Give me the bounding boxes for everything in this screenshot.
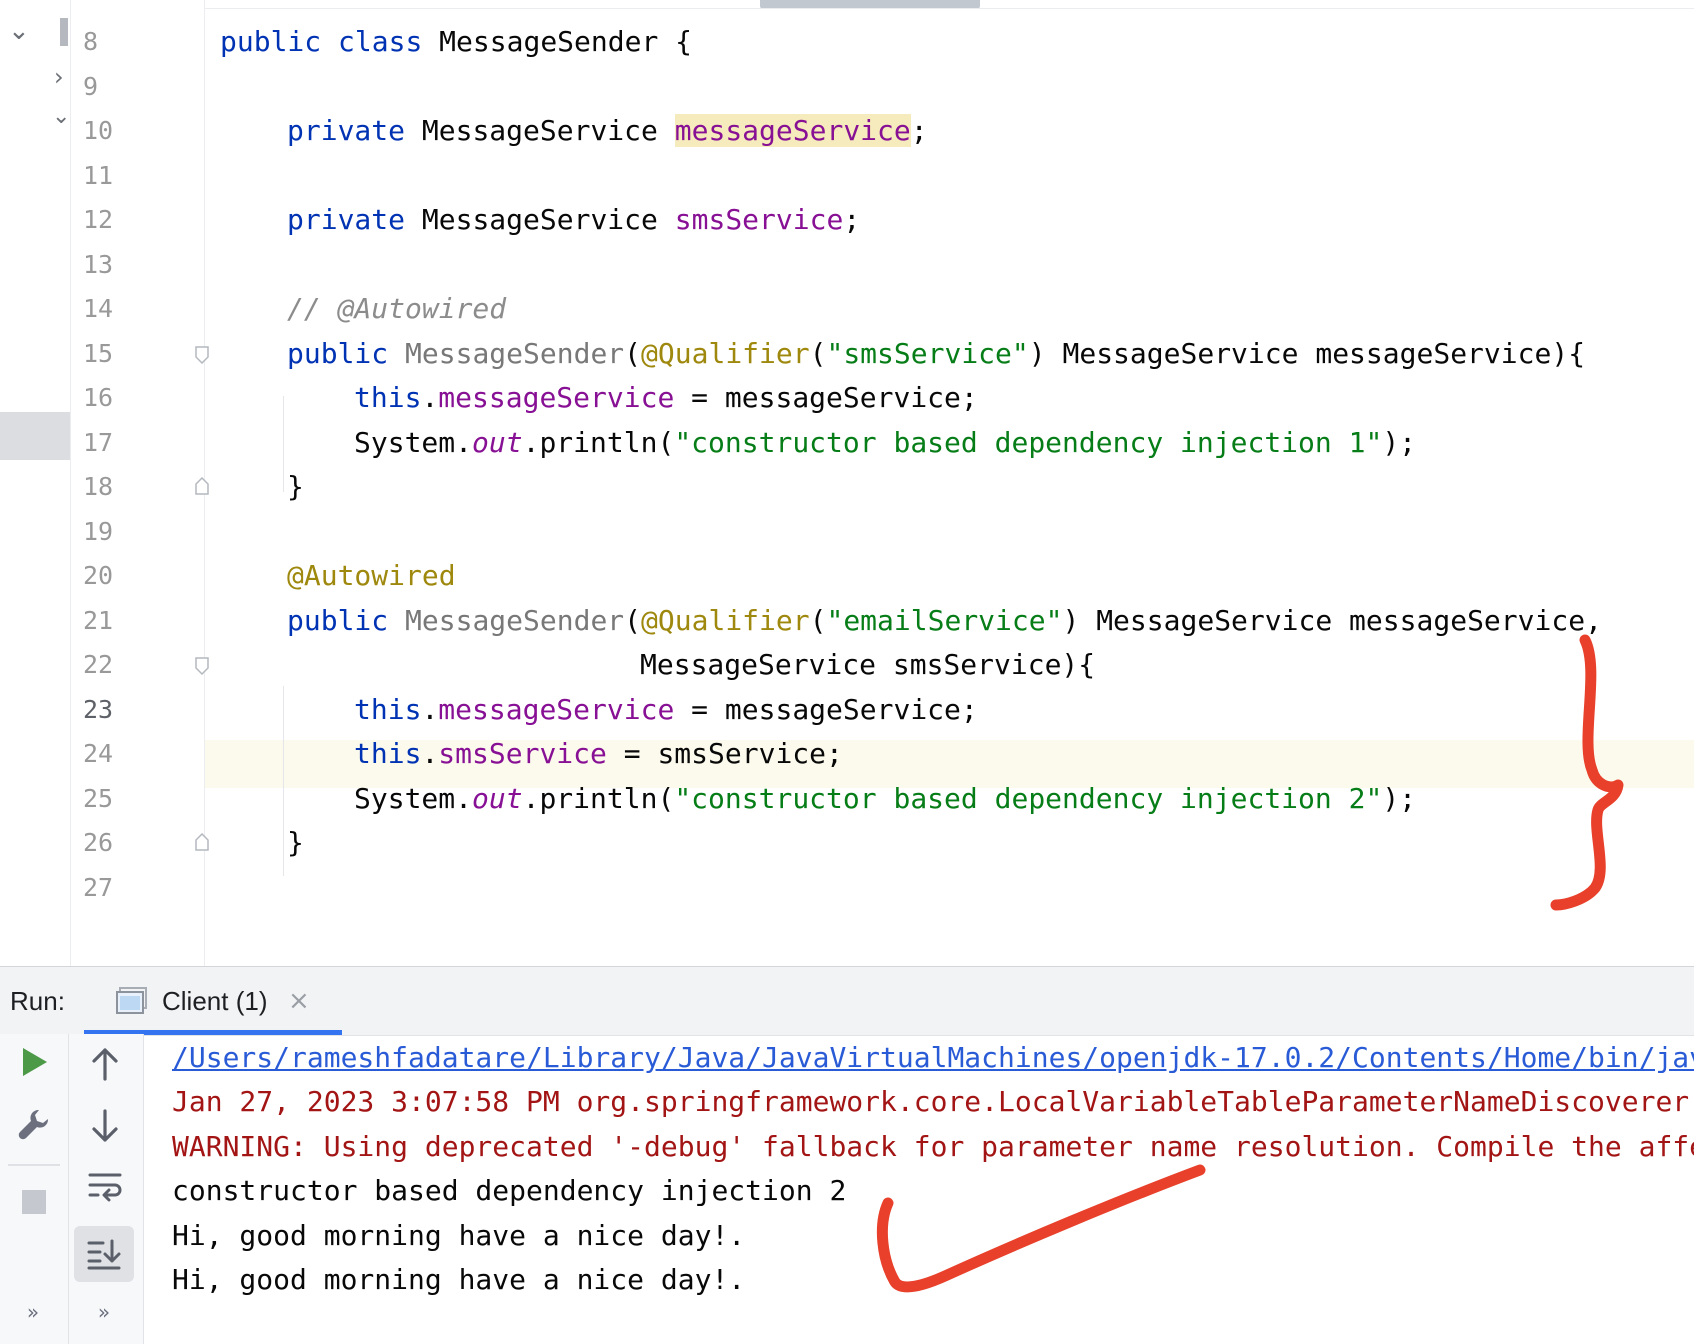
run-tool-window-header: Run: Client (1) ×: [0, 966, 1694, 1036]
line-number: 25: [83, 784, 114, 813]
code-line-18: }: [287, 470, 304, 503]
structure-scroll-marker: [60, 18, 68, 46]
code-text-area[interactable]: public class MessageSender { private Mes…: [205, 0, 1694, 966]
line-number: 15: [83, 339, 114, 368]
highlighted-usage: messageService: [674, 114, 911, 147]
play-icon: [23, 1048, 47, 1076]
line-number: 17: [83, 428, 114, 457]
soft-wrap-button[interactable]: [81, 1164, 129, 1208]
indent-guide: [283, 686, 284, 876]
line-number-current: 23: [83, 695, 114, 724]
previous-occurrence-button[interactable]: [83, 1042, 127, 1086]
stop-icon: [22, 1190, 46, 1214]
line-number: 12: [83, 205, 114, 234]
scroll-to-end-icon: [87, 1239, 121, 1270]
line-number-gutter[interactable]: 8 9 10 11 12 13 14 15 16 17 18 19 20 21 …: [71, 0, 209, 966]
console-line-log-timestamp: Jan 27, 2023 3:07:58 PM org.springframew…: [172, 1085, 1690, 1118]
console-line-warning: WARNING: Using deprecated '-debug' fallb…: [172, 1130, 1694, 1163]
chevron-right-icon[interactable]: ›: [54, 64, 64, 90]
line-number: 21: [83, 606, 114, 635]
line-number: 13: [83, 250, 114, 279]
line-number: 10: [83, 116, 114, 145]
line-number: 14: [83, 294, 114, 323]
line-number: 19: [83, 517, 114, 546]
code-editor[interactable]: ⌄ › ⌄ 8 9 10 11 12 13 14 15 16 17 18 19 …: [0, 0, 1694, 966]
run-tool-window[interactable]: Run: Client (1) × » » /Users/rameshfadat…: [0, 966, 1694, 1344]
code-line-22: MessageService smsService){: [640, 648, 1096, 681]
chevron-down-icon[interactable]: ⌄: [8, 18, 30, 44]
code-line-10: private MessageService messageService;: [287, 114, 928, 147]
console-line-java-path-link[interactable]: /Users/rameshfadatare/Library/Java/JavaV…: [172, 1034, 1694, 1082]
line-number: 9: [83, 72, 99, 101]
console-line-output: Hi, good morning have a nice day!.: [172, 1219, 746, 1252]
code-line-14: // @Autowired: [287, 292, 507, 325]
code-line-23: this.messageService = messageService;: [354, 693, 978, 726]
arrow-up-icon: [92, 1048, 118, 1081]
console-output[interactable]: /Users/rameshfadatare/Library/Java/JavaV…: [172, 1034, 1694, 1344]
console-line-output: Hi, good morning have a nice day!.: [172, 1263, 746, 1296]
soft-wrap-icon: [88, 1173, 122, 1202]
tab-label: Client (1): [162, 986, 268, 1016]
scroll-to-end-button[interactable]: [74, 1226, 134, 1282]
line-number: 16: [83, 383, 114, 412]
code-line-17: System.out.println("constructor based de…: [354, 426, 1417, 459]
indent-guide: [283, 396, 284, 492]
code-line-25: System.out.println("constructor based de…: [354, 782, 1417, 815]
code-line-8: public class MessageSender {: [220, 25, 693, 58]
line-number: 8: [83, 27, 99, 56]
rerun-button[interactable]: [14, 1042, 54, 1082]
more-actions-icon[interactable]: »: [18, 1300, 48, 1324]
run-configuration-icon: [116, 987, 148, 1019]
line-number: 24: [83, 739, 114, 768]
project-structure-strip: ⌄ › ⌄: [0, 0, 71, 966]
modify-run-configuration-button[interactable]: [12, 1102, 56, 1146]
code-line-12: private MessageService smsService;: [287, 203, 861, 236]
arrow-down-icon: [92, 1109, 118, 1142]
line-number: 22: [83, 650, 114, 679]
code-line-15: public MessageSender(@Qualifier("smsServ…: [287, 337, 1586, 370]
line-number: 20: [83, 561, 114, 590]
tab-client-run[interactable]: Client (1) ×: [84, 967, 342, 1035]
run-toolbar-secondary: »: [69, 1034, 144, 1344]
code-line-24: this.smsService = smsService;: [354, 737, 843, 770]
code-line-16: this.messageService = messageService;: [354, 381, 978, 414]
toolbar-separator: [8, 1164, 60, 1166]
console-line-output: constructor based dependency injection 2: [172, 1174, 847, 1207]
run-toolbar-primary: »: [0, 1034, 69, 1344]
code-line-21: public MessageSender(@Qualifier("emailSe…: [287, 604, 1602, 637]
code-line-20: @Autowired: [287, 559, 456, 592]
line-number: 18: [83, 472, 114, 501]
run-label: Run:: [10, 986, 65, 1016]
close-icon[interactable]: ×: [288, 967, 310, 1035]
wrench-icon: [18, 1109, 49, 1140]
more-actions-icon[interactable]: »: [89, 1300, 119, 1324]
line-number: 11: [83, 161, 114, 190]
structure-selected-row[interactable]: [0, 412, 70, 460]
line-number: 26: [83, 828, 114, 857]
next-occurrence-button[interactable]: [83, 1104, 127, 1148]
line-number: 27: [83, 873, 114, 902]
code-line-26: }: [287, 826, 304, 859]
chevron-down-icon[interactable]: ⌄: [52, 104, 70, 130]
stop-button[interactable]: [16, 1184, 52, 1220]
